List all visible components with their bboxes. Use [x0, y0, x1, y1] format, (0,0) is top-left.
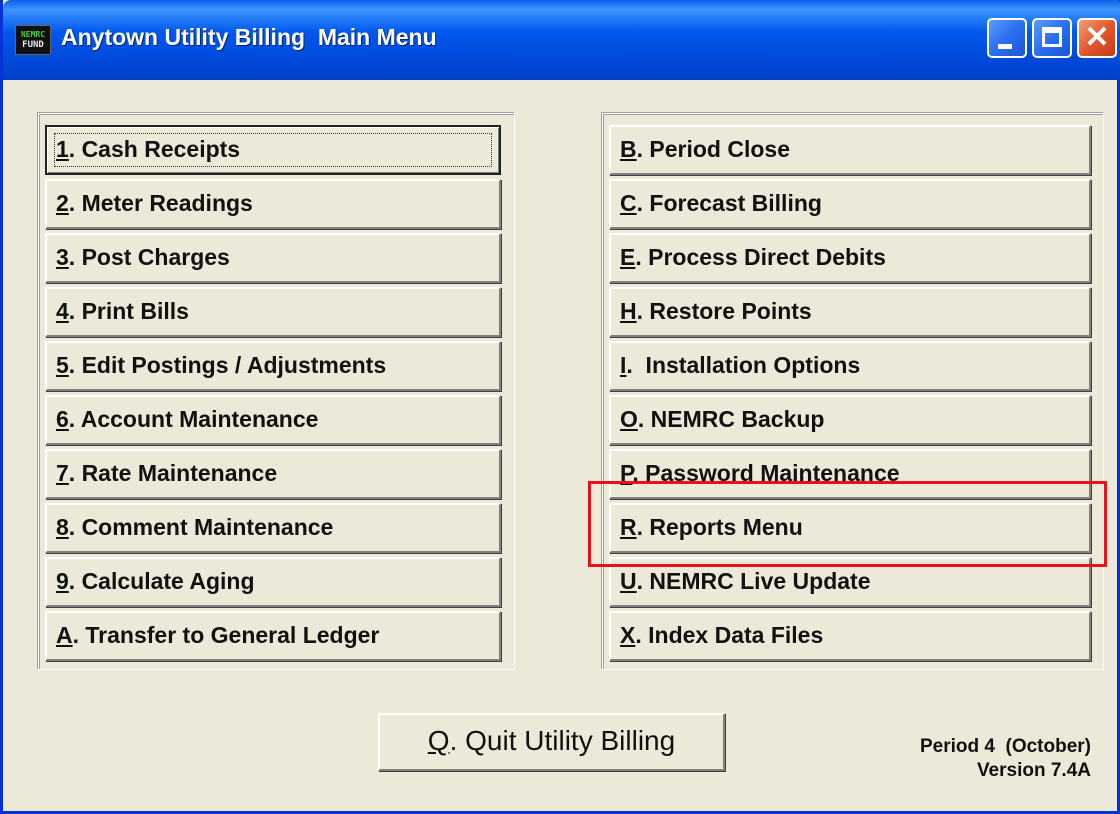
- hotkey: 5: [56, 352, 69, 378]
- status-info: Period 4 (October) Version 7.4A: [920, 735, 1091, 783]
- window-title: Anytown Utility Billing Main Menu: [61, 24, 437, 50]
- comment-maintenance-button[interactable]: 8. Comment Maintenance: [45, 503, 501, 553]
- app-icon-top-text: NEMRC: [20, 30, 46, 39]
- hotkey: 7: [56, 460, 69, 486]
- minimize-icon: [998, 44, 1012, 49]
- hotkey: 3: [56, 244, 69, 270]
- hotkey: B: [620, 136, 637, 162]
- button-label: . Forecast Billing: [636, 190, 822, 216]
- hotkey: C: [620, 190, 637, 216]
- hotkey: 8: [56, 514, 69, 540]
- maximize-icon: [1042, 27, 1062, 47]
- calculate-aging-button[interactable]: 9. Calculate Aging: [45, 557, 501, 607]
- button-label: . Comment Maintenance: [68, 514, 334, 540]
- hotkey: X: [620, 622, 636, 648]
- button-label: . Restore Points: [636, 298, 812, 324]
- button-label: . Transfer to General Ledger: [72, 622, 380, 648]
- button-label: . NEMRC Live Update: [636, 568, 871, 594]
- button-label: . Post Charges: [68, 244, 230, 270]
- index-data-files-button[interactable]: X. Index Data Files: [609, 611, 1091, 661]
- period-text: Period 4 (October): [919, 736, 1091, 757]
- transfer-to-general-ledger-button[interactable]: A. Transfer to General Ledger: [45, 611, 501, 661]
- close-button[interactable]: ✕: [1077, 18, 1117, 58]
- button-label: . Print Bills: [68, 298, 189, 324]
- hotkey: 4: [56, 298, 69, 324]
- button-label: . Meter Readings: [68, 190, 253, 216]
- button-label: . Account Maintenance: [68, 406, 319, 432]
- app-icon-bottom-text: FUND: [22, 40, 44, 50]
- nemrc-backup-button[interactable]: O. NEMRC Backup: [609, 395, 1091, 445]
- maximize-button[interactable]: [1032, 18, 1072, 58]
- button-label: . Quit Utility Billing: [449, 725, 676, 756]
- hotkey: H: [620, 298, 637, 324]
- hotkey: O: [620, 406, 638, 432]
- button-label: . Index Data Files: [635, 622, 824, 648]
- cash-receipts-button[interactable]: 1. Cash Receipts: [45, 125, 501, 175]
- process-direct-debits-button[interactable]: E. Process Direct Debits: [609, 233, 1091, 283]
- hotkey: Q: [427, 725, 450, 756]
- nemrc-app-icon: NEMRC FUND: [15, 25, 51, 55]
- restore-points-button[interactable]: H. Restore Points: [609, 287, 1091, 337]
- minimize-button[interactable]: [987, 18, 1027, 58]
- version-text: Version 7.4A: [976, 760, 1091, 781]
- button-label: . Rate Maintenance: [68, 460, 278, 486]
- hotkey: U: [620, 568, 637, 594]
- edit-postings-adjustments-button[interactable]: 5. Edit Postings / Adjustments: [45, 341, 501, 391]
- hotkey: 6: [56, 406, 69, 432]
- account-maintenance-button[interactable]: 6. Account Maintenance: [45, 395, 501, 445]
- button-label: . Calculate Aging: [68, 568, 255, 594]
- period-close-button[interactable]: B. Period Close: [609, 125, 1091, 175]
- focus-rectangle: [54, 133, 492, 167]
- main-menu-window: NEMRC FUND Anytown Utility Billing Main …: [0, 0, 1120, 814]
- hotkey: E: [620, 244, 636, 270]
- installation-options-button[interactable]: I. Installation Options: [609, 341, 1091, 391]
- hotkey: 2: [56, 190, 69, 216]
- reports-menu-highlight-box: [588, 481, 1107, 567]
- button-label: . Installation Options: [626, 352, 861, 378]
- forecast-billing-button[interactable]: C. Forecast Billing: [609, 179, 1091, 229]
- close-icon: ✕: [1084, 21, 1110, 54]
- hotkey: 9: [56, 568, 69, 594]
- title-bar[interactable]: NEMRC FUND Anytown Utility Billing Main …: [3, 0, 1120, 80]
- button-label: . Period Close: [636, 136, 790, 162]
- button-label: . Edit Postings / Adjustments: [68, 352, 387, 378]
- button-label: . NEMRC Backup: [637, 406, 825, 432]
- print-bills-button[interactable]: 4. Print Bills: [45, 287, 501, 337]
- meter-readings-button[interactable]: 2. Meter Readings: [45, 179, 501, 229]
- hotkey: A: [56, 622, 73, 648]
- button-label: . Process Direct Debits: [635, 244, 886, 270]
- post-charges-button[interactable]: 3. Post Charges: [45, 233, 501, 283]
- quit-utility-billing-button[interactable]: Q. Quit Utility Billing: [378, 713, 725, 771]
- rate-maintenance-button[interactable]: 7. Rate Maintenance: [45, 449, 501, 499]
